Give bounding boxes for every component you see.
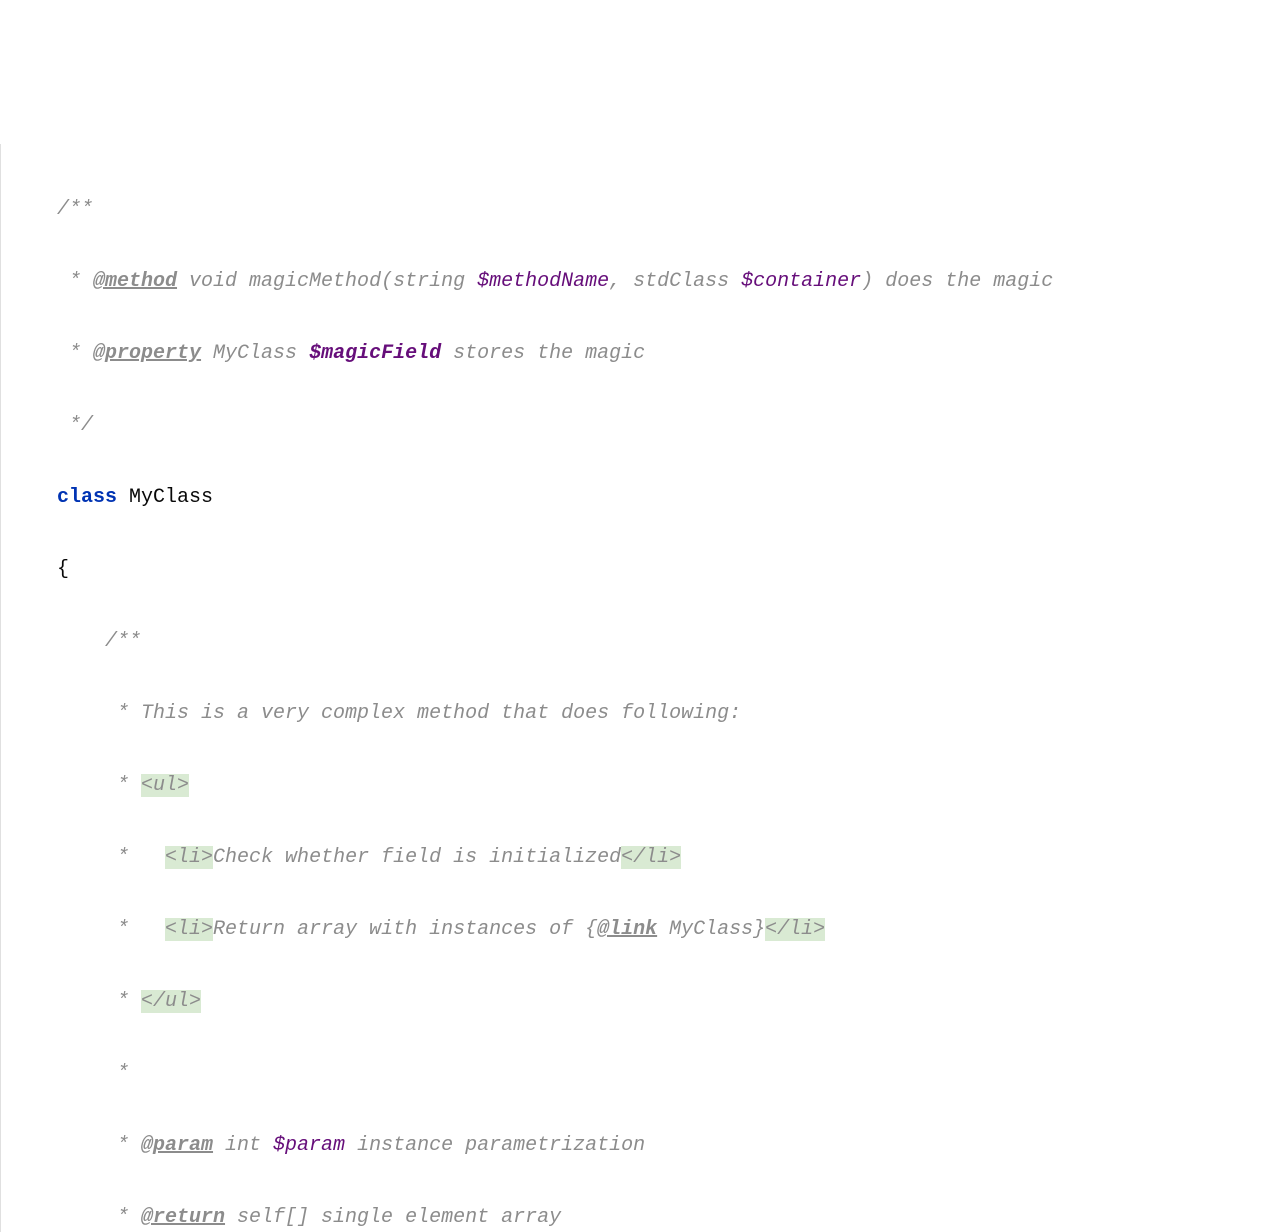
brace-open: { xyxy=(57,558,69,581)
code-line: /** xyxy=(57,192,1280,228)
html-li-open: <li> xyxy=(165,846,213,869)
doc-text: This is a very complex method that does … xyxy=(141,702,741,725)
docblock-prefix: * xyxy=(57,990,141,1013)
docblock-open: /** xyxy=(57,630,141,653)
doc-type: self[] xyxy=(225,1206,309,1229)
html-ul-open: <ul> xyxy=(141,774,189,797)
param-tag: @param xyxy=(141,1134,213,1157)
doc-text: , stdClass xyxy=(609,270,741,293)
docblock-line: * xyxy=(57,1062,129,1085)
doc-text: Return array with instances of { xyxy=(213,918,597,941)
html-li-open: <li> xyxy=(165,918,213,941)
code-line: * <ul> xyxy=(57,768,1280,804)
doc-type: MyClass xyxy=(201,342,309,365)
docblock-prefix: * xyxy=(57,1206,141,1229)
docblock-open: /** xyxy=(57,198,93,221)
doc-variable: $container xyxy=(741,270,861,293)
doc-type: int xyxy=(213,1134,273,1157)
doc-variable: $param xyxy=(273,1134,345,1157)
code-editor: /** * @method void magicMethod(string $m… xyxy=(0,144,1280,1232)
html-ul-close: </ul> xyxy=(141,990,201,1013)
html-li-close: </li> xyxy=(765,918,825,941)
doc-description: stores the magic xyxy=(441,342,645,365)
code-line: * xyxy=(57,1056,1280,1092)
method-tag: @method xyxy=(93,270,177,293)
code-line: /** xyxy=(57,624,1280,660)
code-line: * @param int $param instance parametriza… xyxy=(57,1128,1280,1164)
code-line: { xyxy=(57,552,1280,588)
code-line: * This is a very complex method that doe… xyxy=(57,696,1280,732)
doc-variable: $magicField xyxy=(309,342,441,365)
docblock-close: */ xyxy=(57,414,93,437)
doc-description: single element array xyxy=(309,1206,561,1229)
docblock-prefix: * xyxy=(57,1134,141,1157)
doc-text: ) xyxy=(861,270,873,293)
class-name: MyClass xyxy=(117,486,213,509)
code-line: * @return self[] single element array xyxy=(57,1200,1280,1232)
docblock-prefix: * xyxy=(57,918,165,941)
code-line: class MyClass xyxy=(57,480,1280,516)
code-line: * <li>Return array with instances of {@l… xyxy=(57,912,1280,948)
class-keyword: class xyxy=(57,486,117,509)
doc-variable: $methodName xyxy=(477,270,609,293)
docblock-prefix: * xyxy=(57,270,93,293)
doc-description: instance parametrization xyxy=(345,1134,645,1157)
code-line: * </ul> xyxy=(57,984,1280,1020)
doc-text: } xyxy=(753,918,765,941)
docblock-prefix: * xyxy=(57,846,165,869)
doc-type: MyClass xyxy=(657,918,753,941)
property-tag: @property xyxy=(93,342,201,365)
doc-type: void magicMethod(string xyxy=(177,270,477,293)
html-li-close: </li> xyxy=(621,846,681,869)
docblock-prefix: * xyxy=(57,702,141,725)
link-tag: @link xyxy=(597,918,657,941)
return-tag: @return xyxy=(141,1206,225,1229)
docblock-prefix: * xyxy=(57,342,93,365)
code-line: */ xyxy=(57,408,1280,444)
docblock-prefix: * xyxy=(57,774,141,797)
code-line: * @property MyClass $magicField stores t… xyxy=(57,336,1280,372)
code-line: * @method void magicMethod(string $metho… xyxy=(57,264,1280,300)
doc-text: Check whether field is initialized xyxy=(213,846,621,869)
code-line: * <li>Check whether field is initialized… xyxy=(57,840,1280,876)
doc-description: does the magic xyxy=(873,270,1053,293)
